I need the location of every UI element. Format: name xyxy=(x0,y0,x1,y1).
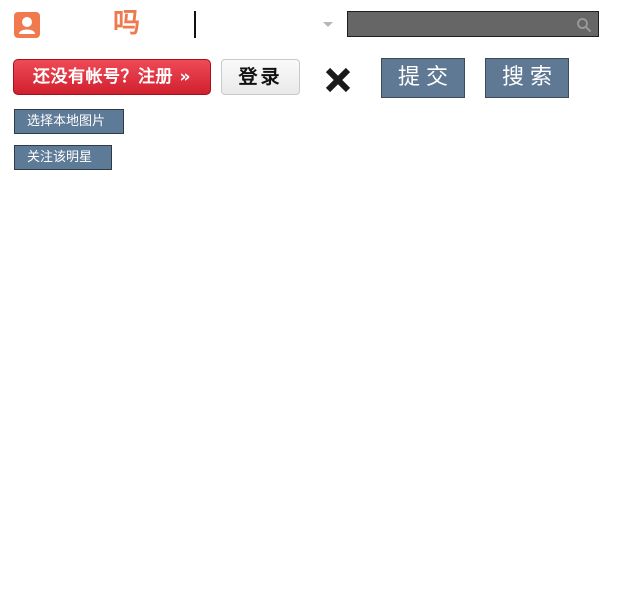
close-icon[interactable] xyxy=(323,65,353,95)
header-char: 吗 xyxy=(113,8,140,39)
submit-button[interactable]: 提交 xyxy=(381,58,465,98)
text-cursor xyxy=(194,11,196,38)
search-button[interactable]: 搜索 xyxy=(485,58,569,98)
search-icon[interactable] xyxy=(576,17,592,33)
user-icon[interactable] xyxy=(14,12,40,38)
login-button[interactable]: 登录 xyxy=(221,59,300,95)
search-input[interactable] xyxy=(348,12,582,36)
register-button[interactable]: 还没有帐号？注册 » xyxy=(13,59,211,95)
search-field[interactable] xyxy=(347,11,599,37)
pick-local-image-button[interactable]: 选择本地图片 xyxy=(14,109,124,134)
chevron-down-icon[interactable] xyxy=(323,22,333,27)
follow-star-button[interactable]: 关注该明星 xyxy=(14,145,112,170)
